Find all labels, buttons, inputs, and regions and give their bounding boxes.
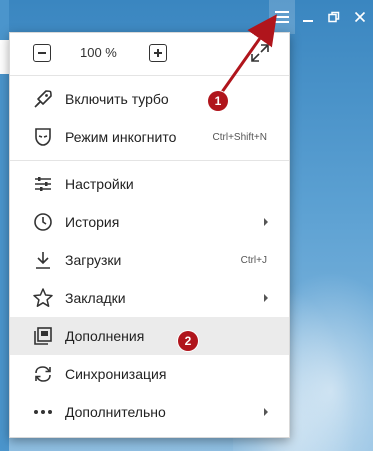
menu-item-history[interactable]: История: [10, 203, 289, 241]
minimize-button[interactable]: [295, 0, 321, 34]
star-icon: [31, 286, 55, 310]
submenu-arrow-icon: [264, 294, 268, 302]
restore-icon: [328, 11, 340, 23]
menu-item-label: История: [65, 214, 120, 230]
sliders-icon: [31, 172, 55, 196]
zoom-value: 100 %: [80, 45, 117, 60]
menu-item-incognito[interactable]: Режим инкогнито Ctrl+Shift+N: [10, 118, 289, 156]
submenu-arrow-icon: [264, 408, 268, 416]
address-bar-edge: [0, 40, 9, 74]
annotation-badge-2: 2: [178, 331, 198, 351]
menu-section-main: Настройки История Загрузки Ctrl+J Заклад…: [10, 161, 289, 435]
menu-item-sync[interactable]: Синхронизация: [10, 355, 289, 393]
rocket-icon: [31, 87, 55, 111]
menu-button[interactable]: [269, 0, 295, 34]
close-icon: [354, 11, 366, 23]
shortcut-label: Ctrl+Shift+N: [212, 131, 267, 143]
menu-item-downloads[interactable]: Загрузки Ctrl+J: [10, 241, 289, 279]
minus-icon: [38, 52, 46, 54]
menu-item-settings[interactable]: Настройки: [10, 165, 289, 203]
fullscreen-button[interactable]: [250, 43, 270, 68]
menu-item-extensions[interactable]: Дополнения: [10, 317, 289, 355]
menu-item-label: Дополнительно: [65, 404, 166, 420]
menu-item-more[interactable]: Дополнительно: [10, 393, 289, 431]
download-icon: [31, 248, 55, 272]
mask-icon: [31, 125, 55, 149]
menu-item-label: Дополнения: [65, 328, 145, 344]
annotation-badge-1: 1: [208, 91, 228, 111]
fullscreen-icon: [251, 44, 269, 62]
restore-button[interactable]: [321, 0, 347, 34]
window-controls: [269, 0, 373, 34]
submenu-arrow-icon: [264, 218, 268, 226]
menu-item-label: Настройки: [65, 176, 134, 192]
zoom-row: 100 %: [10, 33, 289, 76]
plus-icon: [154, 49, 162, 57]
menu-item-label: Включить турбо: [65, 91, 169, 107]
close-button[interactable]: [347, 0, 373, 34]
sync-icon: [31, 362, 55, 386]
shortcut-label: Ctrl+J: [240, 254, 267, 266]
menu-item-label: Загрузки: [65, 252, 122, 268]
minimize-icon: [303, 20, 313, 22]
hamburger-icon: [275, 11, 289, 23]
main-menu: 100 % Включить турбо Режим инкогнито Ctr…: [9, 32, 290, 438]
menu-item-label: Закладки: [65, 290, 126, 306]
menu-item-label: Синхронизация: [65, 366, 167, 382]
menu-section-modes: Включить турбо Режим инкогнито Ctrl+Shif…: [10, 76, 289, 161]
extensions-icon: [31, 324, 55, 348]
more-icon: [31, 400, 55, 424]
zoom-in-button[interactable]: [149, 44, 167, 62]
menu-item-label: Режим инкогнито: [65, 129, 177, 145]
clock-icon: [31, 210, 55, 234]
menu-item-bookmarks[interactable]: Закладки: [10, 279, 289, 317]
menu-item-turbo[interactable]: Включить турбо: [10, 80, 289, 118]
zoom-out-button[interactable]: [33, 44, 51, 62]
